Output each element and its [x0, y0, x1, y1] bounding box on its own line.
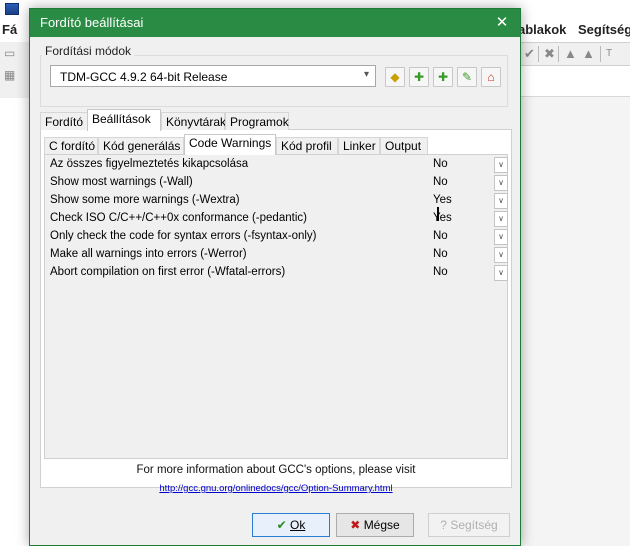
chevron-down-icon[interactable]: ∨ — [494, 175, 508, 191]
cross-icon[interactable]: ✖ — [544, 46, 555, 62]
compiler-set-select[interactable]: TDM-GCC 4.9.2 64-bit Release ▾ — [50, 65, 376, 87]
chevron-down-icon: ▾ — [363, 69, 369, 80]
add-folder-icon[interactable]: ✚ — [433, 67, 453, 87]
tab-c-compiler[interactable]: C fordító — [44, 137, 98, 154]
chevron-down-icon[interactable]: ∨ — [494, 193, 508, 209]
cancel-label: Mégse — [363, 518, 400, 532]
cross-icon: ✖ — [350, 518, 361, 532]
tab-programs[interactable]: Programok — [225, 112, 289, 130]
background-editor-area — [520, 96, 630, 546]
toolbar-icon[interactable]: ▭ — [4, 46, 15, 60]
close-icon[interactable]: ✕ — [484, 9, 520, 37]
toolbar-separator — [600, 46, 601, 62]
option-label: Only check the code for syntax errors (-… — [50, 230, 317, 242]
background-toolbar: ✔ ✖ ▲ ▲ T — [520, 42, 630, 66]
option-label: Check ISO C/C++/C++0x conformance (-peda… — [50, 212, 307, 224]
compiler-set-value: TDM-GCC 4.9.2 64-bit Release — [60, 70, 228, 84]
toolbar-separator — [538, 46, 539, 62]
option-value[interactable]: No — [433, 158, 448, 170]
text-icon[interactable]: T — [606, 48, 612, 59]
ok-button[interactable]: ✔ Ok — [252, 513, 330, 537]
chart-icon[interactable]: ▲ — [564, 46, 577, 61]
option-label: Show some more warnings (-Wextra) — [50, 194, 240, 206]
menu-item-partial[interactable]: Fá — [2, 22, 17, 37]
option-value[interactable]: No — [433, 176, 448, 188]
option-row[interactable]: Abort compilation on first error (-Wfata… — [46, 264, 508, 282]
compiler-options-dialog: Fordító beállításai ✕ Fordítási módok TD… — [29, 8, 521, 546]
option-row[interactable]: Show most warnings (-Wall) No ∨ — [46, 174, 508, 192]
dialog-title: Fordító beállításai — [40, 15, 144, 30]
chevron-down-icon[interactable]: ∨ — [494, 229, 508, 245]
delete-icon[interactable]: ⌂ — [481, 67, 501, 87]
info-text: For more information about GCC's options… — [136, 464, 416, 476]
rename-icon[interactable]: ◆ — [385, 67, 405, 87]
chevron-down-icon[interactable]: ∨ — [494, 157, 508, 173]
menu-item-help[interactable]: Segítség — [578, 22, 630, 37]
chart-icon[interactable]: ▲ — [582, 46, 595, 61]
check-icon: ✔ — [276, 518, 287, 532]
chevron-down-icon[interactable]: ∨ — [494, 211, 508, 227]
tab-code-warnings[interactable]: Code Warnings — [184, 134, 276, 155]
option-value[interactable]: Yes — [433, 194, 452, 206]
option-value[interactable]: No — [433, 230, 448, 242]
check-icon[interactable]: ✔ — [524, 46, 535, 62]
help-button[interactable]: ? Segítség — [428, 513, 510, 537]
option-value[interactable]: No — [433, 248, 448, 260]
menu-item-windows[interactable]: ablakok — [518, 22, 566, 37]
tab-code-generation[interactable]: Kód generálás — [98, 137, 184, 154]
help-icon: ? — [440, 518, 447, 532]
toolbar-separator — [558, 46, 559, 62]
application-icon — [5, 3, 19, 15]
tab-compiler[interactable]: Fordító — [40, 112, 88, 130]
option-row[interactable]: Only check the code for syntax errors (-… — [46, 228, 508, 246]
background-toolbar-left: ▭ ▦ — [0, 42, 30, 98]
text-cursor — [437, 207, 439, 221]
option-label: Az összes figyelmeztetés kikapcsolása — [50, 158, 249, 170]
cancel-button[interactable]: ✖ Mégse — [336, 513, 414, 537]
dialog-titlebar[interactable]: Fordító beállításai ✕ — [30, 9, 520, 37]
add-icon[interactable]: ✚ — [409, 67, 429, 87]
tab-output[interactable]: Output — [380, 137, 428, 154]
toolbar-icon[interactable]: ▦ — [4, 68, 15, 82]
gcc-docs-link[interactable]: http://gcc.gnu.org/onlinedocs/gcc/Option… — [40, 483, 512, 494]
tab-linker[interactable]: Linker — [338, 137, 380, 154]
option-row[interactable]: Az összes figyelmeztetés kikapcsolása No… — [46, 156, 508, 174]
chevron-down-icon[interactable]: ∨ — [494, 247, 508, 263]
help-label: Segítség — [450, 518, 498, 532]
tab-directories[interactable]: Könyvtárak — [161, 112, 226, 130]
option-row[interactable]: Make all warnings into errors (-Werror) … — [46, 246, 508, 264]
option-label: Abort compilation on first error (-Wfata… — [50, 266, 286, 278]
edit-icon[interactable]: ✎ — [457, 67, 477, 87]
option-value[interactable]: Yes — [433, 212, 452, 224]
chevron-down-icon[interactable]: ∨ — [494, 265, 508, 281]
option-label: Show most warnings (-Wall) — [50, 176, 193, 188]
option-value[interactable]: No — [433, 266, 448, 278]
ok-label: Ok — [290, 518, 306, 532]
tab-settings[interactable]: Beállítások — [87, 109, 161, 131]
option-label: Make all warnings into errors (-Werror) — [50, 248, 247, 260]
tab-code-profile[interactable]: Kód profil — [276, 137, 338, 154]
compiler-set-legend: Fordítási módok — [42, 44, 135, 58]
